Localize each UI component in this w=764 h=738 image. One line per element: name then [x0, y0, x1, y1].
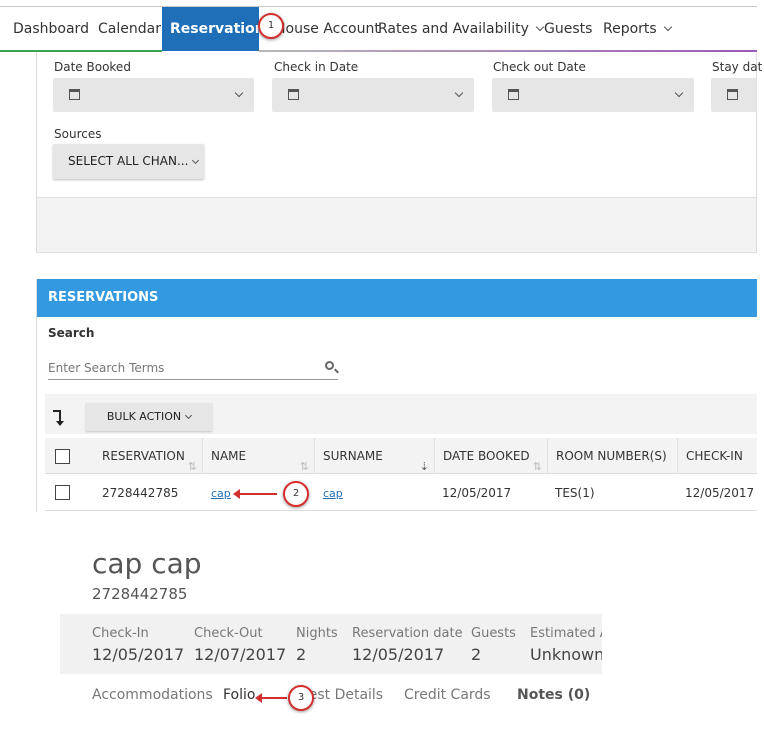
step-badge-2: 2	[283, 481, 309, 507]
table-toolbar: BULK ACTION	[45, 394, 757, 434]
check-out-date-picker[interactable]	[492, 78, 694, 112]
sort-toggle-icon[interactable]	[53, 410, 64, 426]
summary-value-check-out: 12/07/2017	[194, 645, 287, 664]
search-icon[interactable]	[325, 361, 334, 370]
annotation-arrow	[255, 693, 287, 703]
check-in-date-picker[interactable]	[272, 78, 474, 112]
calendar-icon	[727, 89, 738, 100]
search-label: Search	[48, 326, 95, 340]
summary-value-estimated-arrival: Unknown	[530, 645, 602, 664]
column-header-date-booked[interactable]: DATE BOOKED ⇅	[435, 438, 548, 474]
select-all-checkbox[interactable]	[55, 449, 70, 464]
nav-rates-and-availability[interactable]: Rates and Availability	[378, 7, 545, 51]
step-badge-1: 1	[258, 13, 284, 39]
summary-value-guests: 2	[471, 645, 482, 664]
surname-link[interactable]: cap	[323, 487, 343, 500]
table-row: 2728442785 cap cap 12/05/2017 TES(1) 12/…	[45, 475, 757, 511]
calendar-icon	[69, 89, 80, 100]
date-booked-label: Date Booked	[54, 60, 131, 74]
cell-reservation: 2728442785	[102, 486, 179, 500]
reservation-summary: Check-In 12/05/2017 Check-Out 12/07/2017…	[60, 614, 602, 674]
check-out-date-label: Check out Date	[493, 60, 586, 74]
column-header-check-in[interactable]: CHECK-IN	[678, 438, 758, 474]
nav-reservations[interactable]: Reservations	[162, 7, 273, 51]
search-input[interactable]	[48, 356, 338, 380]
sources-value: SELECT ALL CHAN...	[68, 154, 189, 168]
nav-reports[interactable]: Reports	[603, 7, 672, 51]
top-navigation: Dashboard Calendar Reservations House Ac…	[0, 6, 757, 52]
name-link[interactable]: cap	[211, 487, 231, 500]
column-header-label: RESERVATION	[102, 449, 185, 463]
nav-reports-label: Reports	[603, 21, 657, 37]
bulk-action-button[interactable]: BULK ACTION	[86, 403, 212, 431]
summary-label-nights: Nights	[296, 626, 338, 641]
cell-room-numbers: TES(1)	[555, 486, 595, 500]
summary-value-nights: 2	[296, 645, 307, 664]
date-booked-picker[interactable]	[53, 78, 254, 112]
column-header-label: DATE BOOKED	[443, 449, 530, 463]
chevron-down-icon	[185, 411, 193, 420]
column-header-name[interactable]: NAME ⇅	[203, 438, 315, 474]
check-in-date-label: Check in Date	[274, 60, 359, 74]
column-header-room-numbers[interactable]: ROOM NUMBER(S)	[548, 438, 678, 474]
nav-house-account[interactable]: House Account	[275, 7, 380, 51]
bulk-action-label: BULK ACTION	[106, 410, 182, 423]
nav-dashboard[interactable]: Dashboard	[13, 7, 89, 51]
nav-guests[interactable]: Guests	[544, 7, 592, 51]
chevron-down-icon	[234, 88, 244, 98]
reservation-number: 2728442785	[92, 585, 188, 603]
tab-credit-cards[interactable]: Credit Cards	[404, 687, 491, 703]
reservations-title: RESERVATIONS	[37, 279, 757, 317]
summary-label-check-out: Check-Out	[194, 626, 263, 641]
row-checkbox[interactable]	[55, 485, 70, 500]
column-header-surname[interactable]: SURNAME ⇣	[315, 438, 435, 474]
column-header-reservation[interactable]: RESERVATION ⇅	[94, 438, 203, 474]
cell-date-booked: 12/05/2017	[442, 486, 512, 500]
calendar-icon	[508, 89, 519, 100]
column-header-label: SURNAME	[323, 449, 383, 463]
nav-calendar[interactable]: Calendar	[98, 7, 161, 51]
summary-value-reservation-date: 12/05/2017	[352, 645, 445, 664]
cell-check-in: 12/05/2017	[685, 486, 755, 500]
chevron-down-icon	[192, 156, 200, 165]
tab-notes[interactable]: Notes (0)	[517, 687, 590, 703]
cell-name: cap	[211, 475, 231, 511]
chevron-down-icon	[674, 88, 684, 98]
summary-label-check-in: Check-In	[92, 626, 149, 641]
sources-dropdown[interactable]: SELECT ALL CHAN...	[53, 144, 204, 179]
summary-label-guests: Guests	[471, 626, 516, 641]
chevron-down-icon	[454, 88, 464, 98]
sources-label: Sources	[54, 127, 102, 141]
chevron-down-icon	[535, 22, 545, 32]
filter-footer	[37, 197, 756, 252]
tab-accommodations[interactable]: Accommodations	[92, 687, 213, 703]
nav-rates-label: Rates and Availability	[378, 21, 529, 37]
calendar-icon	[288, 89, 299, 100]
column-header-label: NAME	[211, 449, 247, 463]
stay-date-picker[interactable]	[711, 78, 757, 112]
table-header: RESERVATION ⇅ NAME ⇅ SURNAME ⇣ DATE BOOKED ⇅…	[45, 438, 757, 474]
cell-surname: cap	[323, 475, 343, 511]
annotation-arrow	[233, 489, 277, 499]
summary-label-reservation-date: Reservation date	[352, 626, 463, 641]
reservations-panel: RESERVATIONS Search BULK ACTION RESERVAT…	[36, 279, 757, 512]
guest-name-heading: cap cap	[92, 547, 202, 580]
summary-value-check-in: 12/05/2017	[92, 645, 185, 664]
chevron-down-icon	[663, 22, 672, 32]
tab-folio[interactable]: Folio	[223, 687, 255, 703]
step-badge-3: 3	[288, 685, 314, 711]
summary-label-estimated-arrival: Estimated A	[530, 626, 602, 641]
stay-date-label: Stay dat	[712, 60, 763, 74]
